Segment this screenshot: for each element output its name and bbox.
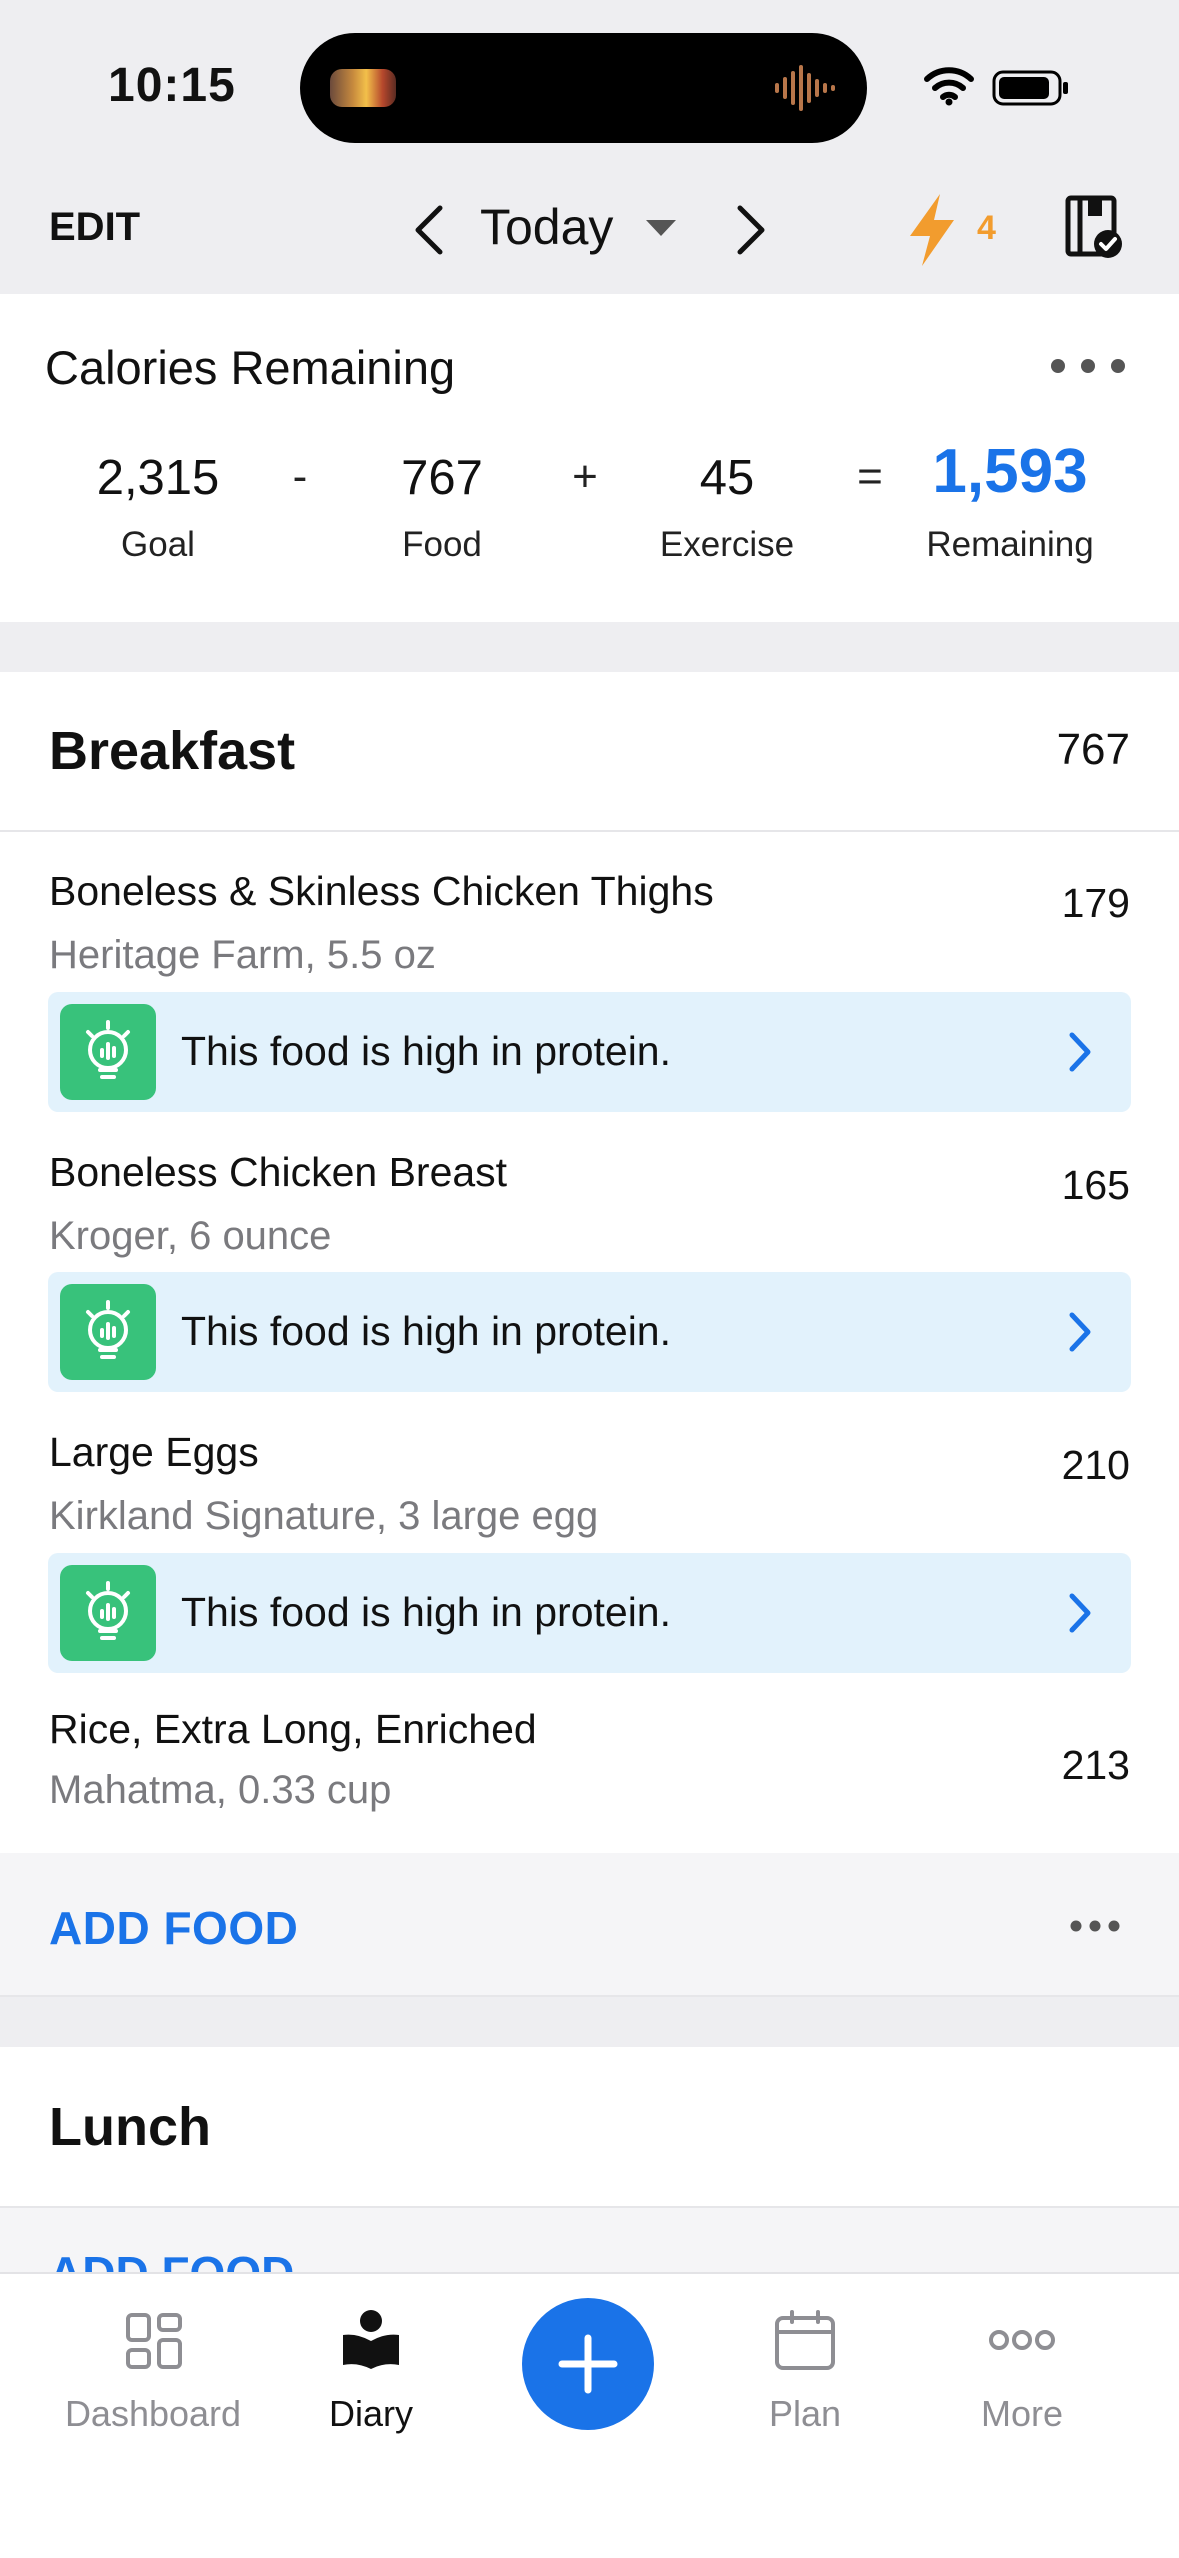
protein-insight-banner[interactable]: This food is high in protein.	[48, 1553, 1131, 1673]
goal-label: Goal	[121, 525, 195, 564]
food-name: Boneless & Skinless Chicken Thighs	[49, 868, 714, 914]
food-name: Boneless Chicken Breast	[49, 1149, 508, 1195]
remaining-label: Remaining	[926, 525, 1094, 564]
section-separator	[0, 622, 1179, 672]
minus-operator: -	[292, 452, 308, 501]
lightbulb-icon	[86, 1300, 130, 1359]
completed-notes-icon[interactable]	[1064, 194, 1126, 260]
dashboard-icon[interactable]	[125, 2312, 183, 2370]
insight-text: This food is high in protein.	[181, 1308, 671, 1354]
breakfast-title: Breakfast	[49, 721, 296, 781]
tab-more[interactable]: More	[912, 2393, 1132, 2435]
dynamic-island	[300, 33, 867, 143]
exercise-label: Exercise	[659, 525, 795, 564]
chevron-right-icon	[1069, 1312, 1091, 1352]
lightbulb-icon	[86, 1020, 130, 1079]
exercise-value: 45	[699, 451, 755, 505]
status-time: 10:15	[108, 59, 236, 112]
food-name: Large Eggs	[49, 1429, 259, 1475]
date-label[interactable]: Today	[480, 198, 613, 256]
previous-day-button[interactable]	[410, 200, 450, 260]
food-detail: Kroger, 6 ounce	[49, 1214, 332, 1258]
chevron-right-icon	[1069, 1032, 1091, 1072]
insight-text: This food is high in protein.	[181, 1028, 671, 1074]
lunch-title: Lunch	[49, 2097, 211, 2157]
insight-badge	[60, 1284, 156, 1380]
divider	[0, 830, 1179, 832]
equals-operator: =	[857, 452, 883, 501]
now-playing-thumbnail	[330, 69, 396, 107]
food-name: Rice, Extra Long, Enriched	[49, 1706, 537, 1752]
more-options-icon[interactable]	[1068, 1917, 1122, 1935]
battery-icon	[992, 70, 1068, 106]
food-label: Food	[402, 525, 482, 564]
lunch-add-food-button[interactable]: ADD FOOD	[49, 2250, 294, 2274]
streak-count[interactable]: 4	[977, 209, 996, 248]
calendar-icon[interactable]	[774, 2310, 836, 2372]
food-detail: Kirkland Signature, 3 large egg	[49, 1494, 599, 1538]
protein-insight-banner[interactable]: This food is high in protein.	[48, 1272, 1131, 1392]
add-food-button[interactable]: ADD FOOD	[49, 1901, 298, 1955]
diary-icon[interactable]	[340, 2307, 402, 2371]
food-calories: 210	[1061, 1442, 1130, 1488]
plus-icon	[558, 2334, 618, 2394]
more-options-icon[interactable]	[1046, 354, 1130, 378]
breakfast-total: 767	[1056, 725, 1130, 774]
tab-plan[interactable]: Plan	[695, 2393, 915, 2435]
chevron-down-icon[interactable]	[644, 216, 678, 240]
add-button[interactable]	[522, 2298, 654, 2430]
food-detail: Mahatma, 0.33 cup	[49, 1768, 392, 1812]
tab-dashboard[interactable]: Dashboard	[43, 2393, 263, 2435]
wifi-icon	[924, 67, 974, 106]
goal-value: 2,315	[96, 451, 220, 505]
food-detail: Heritage Farm, 5.5 oz	[49, 933, 436, 977]
next-day-button[interactable]	[730, 200, 770, 260]
lightning-icon[interactable]	[904, 192, 960, 268]
plus-operator: +	[572, 452, 598, 501]
food-calories: 179	[1061, 880, 1130, 926]
lightbulb-icon	[86, 1581, 130, 1640]
audio-wave-icon	[775, 65, 835, 111]
chevron-right-icon	[1069, 1593, 1091, 1633]
insight-text: This food is high in protein.	[181, 1589, 671, 1635]
tab-diary[interactable]: Diary	[261, 2393, 481, 2435]
protein-insight-banner[interactable]: This food is high in protein.	[48, 992, 1131, 1112]
food-value: 767	[401, 451, 483, 505]
food-calories: 213	[1061, 1742, 1130, 1788]
more-icon[interactable]	[988, 2328, 1056, 2352]
remaining-value: 1,593	[932, 437, 1088, 506]
edit-button[interactable]: EDIT	[49, 205, 140, 250]
section-separator	[0, 1997, 1179, 2047]
food-calories: 165	[1061, 1162, 1130, 1208]
insight-badge	[60, 1004, 156, 1100]
calories-title: Calories Remaining	[45, 341, 456, 394]
insight-badge	[60, 1565, 156, 1661]
